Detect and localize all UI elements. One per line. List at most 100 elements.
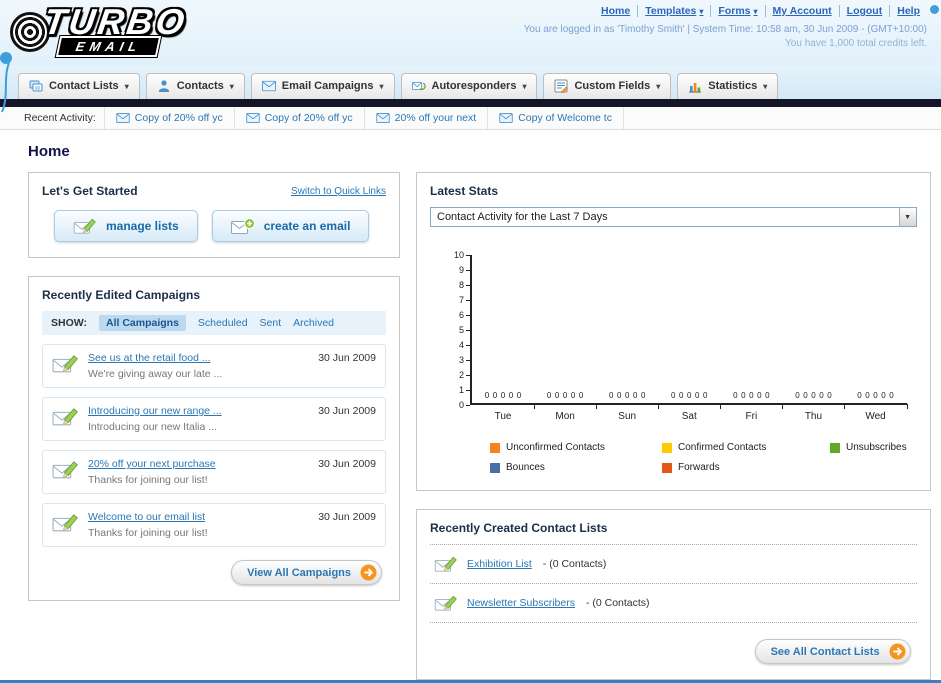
legend-item: Unconfirmed Contacts <box>490 442 662 453</box>
chart-value-label: 0 <box>640 391 646 401</box>
chart-value-label: 0 <box>687 391 692 401</box>
create-email-button[interactable]: create an email <box>211 210 370 242</box>
filter-scheduled[interactable]: Scheduled <box>198 317 248 329</box>
chart-value-label: 0 <box>881 391 886 401</box>
filter-all-campaigns[interactable]: All Campaigns <box>98 315 186 331</box>
chart-bar-cell: 0 <box>881 391 886 401</box>
manage-lists-button[interactable]: manage lists <box>54 210 198 242</box>
manage-lists-label: manage lists <box>106 219 179 233</box>
nav-help-link[interactable]: Help <box>889 5 927 17</box>
chart-category-group: 00000 <box>534 255 598 409</box>
switch-quick-links-link[interactable]: Switch to Quick Links <box>291 186 386 197</box>
chart-value-label: 0 <box>703 391 708 401</box>
envelope-icon <box>246 113 260 123</box>
recent-activity-item[interactable]: Copy of Welcome tc <box>487 107 624 129</box>
campaign-subtitle: Thanks for joining our list! <box>88 527 208 539</box>
tab-label: Contacts <box>176 80 224 92</box>
nav-templates-link[interactable]: Templates ▾ <box>637 5 710 17</box>
legend-item: Confirmed Contacts <box>662 442 830 453</box>
tab-email-campaigns[interactable]: Email Campaigns ▾ <box>250 73 395 99</box>
x-axis-label: Tue <box>494 411 512 422</box>
chart-value-label: 0 <box>827 391 832 401</box>
chart-value-label: 0 <box>857 391 862 401</box>
tab-label: Custom Fields <box>574 80 651 92</box>
view-all-campaigns-label: View All Campaigns <box>247 566 351 579</box>
latest-stats-title: Latest Stats <box>430 184 499 198</box>
custom-fields-icon <box>554 79 568 93</box>
header-right: Home Templates ▾ Forms ▾ My Account Logout… <box>524 5 927 49</box>
get-started-panel: Let's Get Started Switch to Quick Links … <box>28 172 400 258</box>
tab-statistics[interactable]: Statistics ▾ <box>677 73 779 99</box>
contact-list-count: - (0 Contacts) <box>585 597 650 609</box>
contact-list-link[interactable]: Newsletter Subscribers <box>467 597 575 609</box>
recent-activity-bar: Recent Activity: Copy of 20% off yc Copy… <box>0 107 941 130</box>
pencil-envelope-icon <box>52 512 79 533</box>
nav-my-account-link[interactable]: My Account <box>764 5 839 17</box>
chart-bar-cell: 0 <box>795 391 800 401</box>
tab-autoresponders[interactable]: Autoresponders ▾ <box>400 73 538 99</box>
contact-activity-chart: 10 9 8 7 6 5 4 3 2 1 0 000000000000000000000000000… <box>448 250 908 473</box>
campaign-row: 20% off your next purchase Thanks for jo… <box>42 450 386 494</box>
campaign-filter-bar: SHOW: All Campaigns Scheduled Sent Archi… <box>42 311 386 335</box>
nav-home-link[interactable]: Home <box>594 5 637 17</box>
chart-value-label: 0 <box>865 391 870 401</box>
nav-templates-label: Templates <box>645 5 697 17</box>
chevron-down-icon: ▾ <box>522 81 527 91</box>
recent-activity-link[interactable]: 20% off your next <box>395 112 477 124</box>
chart-bar-cell: 0 <box>873 391 878 401</box>
chart-value-label: 0 <box>578 391 584 401</box>
chart-value-label: 0 <box>819 391 824 401</box>
chart-value-label: 0 <box>873 391 878 401</box>
x-axis-label: Mon <box>555 411 575 422</box>
chart-legend: Unconfirmed Contacts Confirmed Contacts Un… <box>490 442 907 473</box>
recent-activity-item[interactable]: Copy of 20% off yc <box>103 107 234 129</box>
filter-archived[interactable]: Archived <box>293 317 334 329</box>
chart-value-label: 0 <box>616 391 622 401</box>
campaign-row: Welcome to our email list Thanks for joi… <box>42 503 386 547</box>
chart-bar-cell: 0 <box>563 391 568 401</box>
recent-campaigns-panel: Recently Edited Campaigns SHOW: All Camp… <box>28 276 400 601</box>
chart-bar-cell: 0 <box>609 391 614 401</box>
recent-activity-link[interactable]: Copy of Welcome tc <box>518 112 612 124</box>
chart-category-group: 00000 <box>472 255 536 409</box>
annotation-dot <box>930 5 939 14</box>
recent-activity-item[interactable]: Copy of 20% off yc <box>233 107 364 129</box>
tab-contact-lists[interactable]: Contact Lists ▾ <box>18 73 140 99</box>
email-campaigns-icon <box>262 79 276 93</box>
campaign-title-link[interactable]: Introducing our new range ... <box>88 405 309 417</box>
chart-bar-cell: 0 <box>624 391 630 401</box>
contact-list-link[interactable]: Exhibition List <box>467 558 532 570</box>
tab-custom-fields[interactable]: Custom Fields ▾ <box>543 73 672 99</box>
chart-bar-cell: 0 <box>633 391 638 401</box>
recent-activity-link[interactable]: Copy of 20% off yc <box>265 112 353 124</box>
recent-activity-link[interactable]: Copy of 20% off yc <box>135 112 223 124</box>
filter-sent[interactable]: Sent <box>260 317 282 329</box>
chart-bar-cell: 0 <box>889 391 894 401</box>
campaign-title-link[interactable]: Welcome to our email list <box>88 511 309 523</box>
see-all-contact-lists-button[interactable]: See All Contact Lists <box>754 639 911 664</box>
nav-forms-link[interactable]: Forms ▾ <box>710 5 764 17</box>
recent-activity-item[interactable]: 20% off your next <box>363 107 488 129</box>
tab-contacts[interactable]: Contacts ▾ <box>145 73 245 99</box>
envelope-icon <box>116 113 130 123</box>
envelope-icon <box>499 113 513 123</box>
nav-logout-link[interactable]: Logout <box>838 5 890 17</box>
nav-divider-bar <box>0 99 941 107</box>
chart-value-label: 0 <box>554 391 560 401</box>
stats-period-select[interactable]: Contact Activity for the Last 7 Days ▼ <box>430 207 917 227</box>
tab-label: Email Campaigns <box>281 80 374 92</box>
chevron-down-icon: ▾ <box>229 81 234 91</box>
view-all-campaigns-button[interactable]: View All Campaigns <box>231 560 382 585</box>
campaign-title-link[interactable]: 20% off your next purchase <box>88 458 309 470</box>
x-axis-label: Sat <box>681 411 697 422</box>
campaign-title-link[interactable]: See us at the retail food ... <box>88 352 309 364</box>
chart-value-label: 0 <box>803 391 808 401</box>
chart-bar-cell: 0 <box>741 391 746 401</box>
chart-bar-cell: 0 <box>509 391 514 401</box>
contact-list-count: - (0 Contacts) <box>542 558 607 570</box>
chart-plot: 00000000000000000000000000000000000 <box>470 255 908 409</box>
chart-value-label: 0 <box>624 391 630 401</box>
legend-item: Unsubscribes <box>830 442 907 453</box>
tab-label: Contact Lists <box>49 80 119 92</box>
turbo-email-logo[interactable]: TURBO EMAIL <box>10 1 190 58</box>
